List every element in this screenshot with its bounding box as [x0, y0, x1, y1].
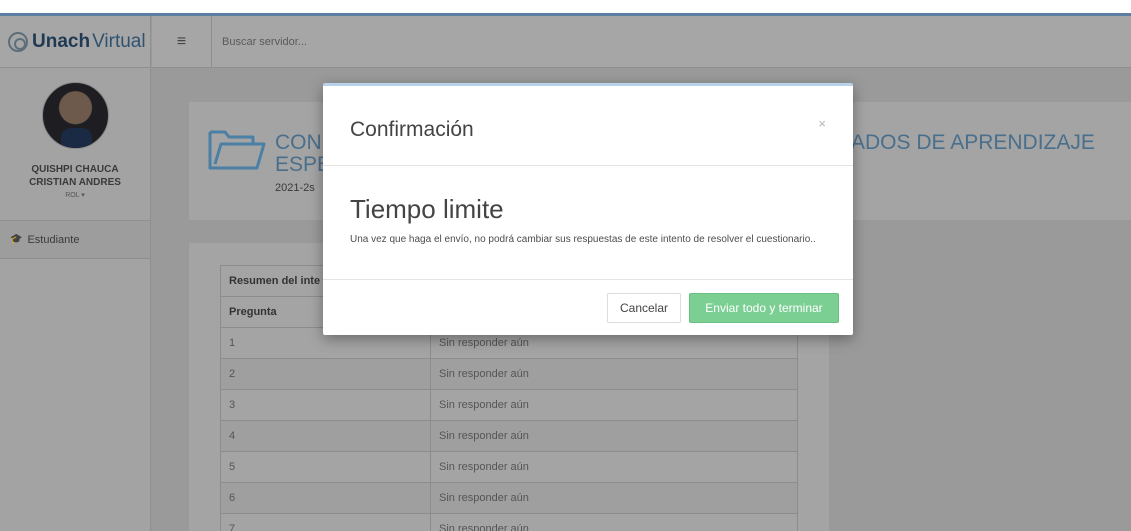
- question-status: Sin responder aún: [430, 451, 798, 483]
- sidebar-item-estudiante[interactable]: 🎓 Estudiante: [0, 221, 150, 259]
- table-row[interactable]: 4 Sin responder aún: [220, 420, 798, 452]
- logo-text-light: Virtual: [92, 30, 146, 52]
- modal-title: Confirmación: [350, 118, 474, 141]
- unach-logo-icon: [8, 31, 28, 52]
- sidebar-item-label: Estudiante: [27, 233, 80, 246]
- top-header: ≡: [152, 15, 1131, 68]
- course-title-part1: CON: [275, 131, 322, 154]
- modal-footer: Cancelar Enviar todo y terminar: [323, 280, 853, 335]
- question-number: 5: [220, 451, 431, 483]
- app-logo[interactable]: Unach Virtual: [0, 16, 150, 68]
- question-number: 3: [220, 389, 431, 421]
- question-number: 2: [220, 358, 431, 390]
- modal-message: Una vez que haga el envío, no podrá camb…: [350, 234, 816, 245]
- top-accent-bar: [0, 0, 1131, 16]
- search-input[interactable]: [222, 35, 622, 48]
- modal-subtitle: Tiempo limite: [350, 194, 504, 224]
- user-name-line1: QUISHPI CHAUCA: [31, 164, 119, 175]
- user-profile: QUISHPI CHAUCA CRISTIAN ANDRES ROL ▾: [0, 68, 150, 221]
- cancel-button[interactable]: Cancelar: [607, 293, 681, 323]
- user-name-line2: CRISTIAN ANDRES: [29, 177, 121, 188]
- course-code: 2021-2s: [275, 182, 315, 194]
- question-status: Sin responder aún: [430, 420, 798, 452]
- question-status: Sin responder aún: [430, 513, 798, 531]
- table-row[interactable]: 2 Sin responder aún: [220, 358, 798, 390]
- submit-all-button[interactable]: Enviar todo y terminar: [689, 293, 839, 323]
- sidebar: Unach Virtual QUISHPI CHAUCA CRISTIAN AN…: [0, 16, 151, 531]
- table-row[interactable]: 7 Sin responder aún: [220, 513, 798, 531]
- graduation-cap-icon: 🎓: [10, 234, 23, 245]
- question-number: 4: [220, 420, 431, 452]
- confirmation-modal: Confirmación × Tiempo limite Una vez que…: [323, 83, 853, 335]
- avatar: [41, 82, 109, 149]
- folder-open-icon: [208, 130, 266, 170]
- table-row[interactable]: 5 Sin responder aún: [220, 451, 798, 483]
- table-row[interactable]: 6 Sin responder aún: [220, 482, 798, 514]
- logo-text-bold: Unach: [32, 30, 91, 52]
- modal-body: Tiempo limite Una vez que haga el envío,…: [323, 166, 853, 280]
- question-number: 6: [220, 482, 431, 514]
- modal-header: Confirmación ×: [323, 86, 853, 166]
- question-status: Sin responder aún: [430, 482, 798, 514]
- table-row[interactable]: 3 Sin responder aún: [220, 389, 798, 421]
- question-status: Sin responder aún: [430, 358, 798, 390]
- question-number: 7: [220, 513, 431, 531]
- user-name: QUISHPI CHAUCA CRISTIAN ANDRES: [29, 163, 121, 189]
- question-status: Sin responder aún: [430, 389, 798, 421]
- role-dropdown[interactable]: ROL ▾: [65, 191, 85, 199]
- course-title-part3: ADOS DE APRENDIZAJE: [851, 131, 1095, 154]
- close-icon[interactable]: ×: [818, 116, 826, 131]
- hamburger-icon[interactable]: ≡: [152, 15, 212, 68]
